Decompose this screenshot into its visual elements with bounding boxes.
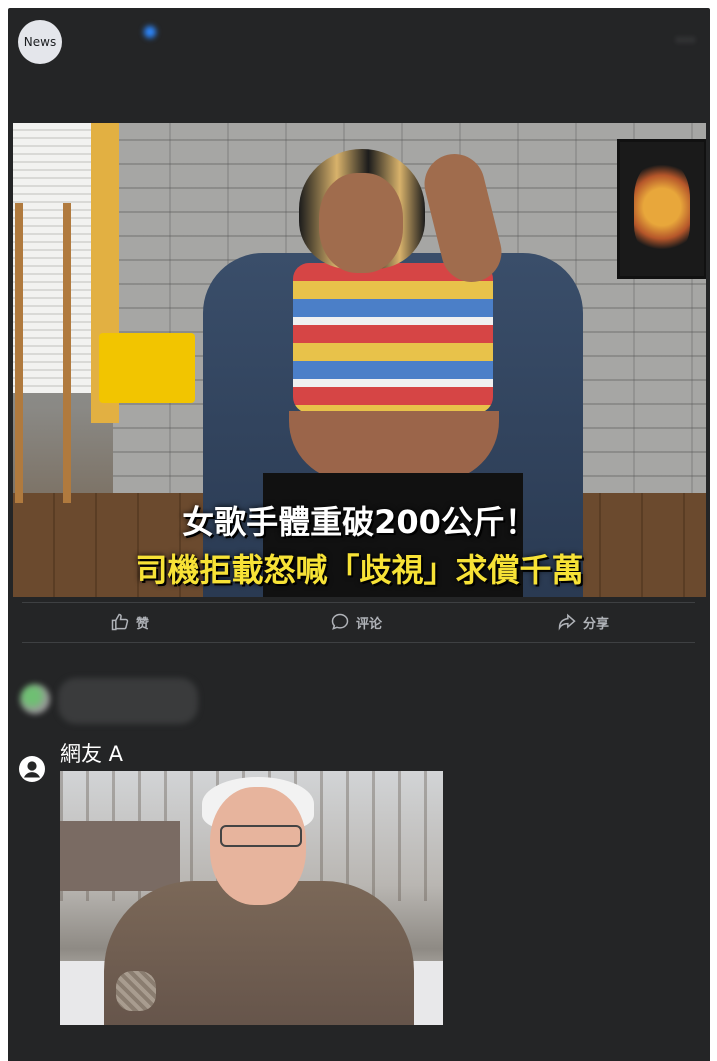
divider	[22, 642, 695, 643]
image-caption-line2: 司機拒載怒喊「歧視」求償千萬	[135, 551, 584, 589]
share-arrow-icon	[558, 613, 576, 631]
comment-bubble	[58, 678, 198, 724]
user-avatar-icon[interactable]	[19, 756, 45, 782]
post-image[interactable]: 女歌手體重破200公斤！ 司機拒載怒喊「歧視」求償千萬	[13, 123, 706, 597]
lion-painting	[617, 139, 706, 279]
page-avatar-label: News	[23, 35, 57, 49]
like-button[interactable]: 赞	[110, 612, 149, 632]
image-caption-line1: 女歌手體重破200公斤！	[182, 503, 537, 541]
like-label: 赞	[136, 616, 150, 632]
share-button[interactable]: 分享	[557, 612, 609, 632]
verified-badge-icon	[144, 26, 156, 38]
comment-button[interactable]: 评论	[330, 612, 382, 632]
commenter-avatar[interactable]	[20, 684, 50, 714]
page-avatar[interactable]: News	[18, 20, 62, 64]
divider	[22, 602, 695, 603]
reply-panel: 網友 A	[8, 732, 710, 1061]
share-label: 分享	[583, 616, 610, 632]
mop-bucket	[99, 333, 195, 403]
comment-label: 评论	[356, 616, 383, 632]
more-options-button[interactable]: ···	[676, 30, 696, 51]
ladder	[15, 203, 71, 503]
speech-bubble-icon	[331, 613, 349, 630]
post-text	[20, 76, 680, 96]
reply-image[interactable]	[60, 771, 443, 1025]
thumbs-up-icon	[111, 613, 129, 631]
reply-user-name[interactable]: 網友 A	[60, 738, 123, 768]
